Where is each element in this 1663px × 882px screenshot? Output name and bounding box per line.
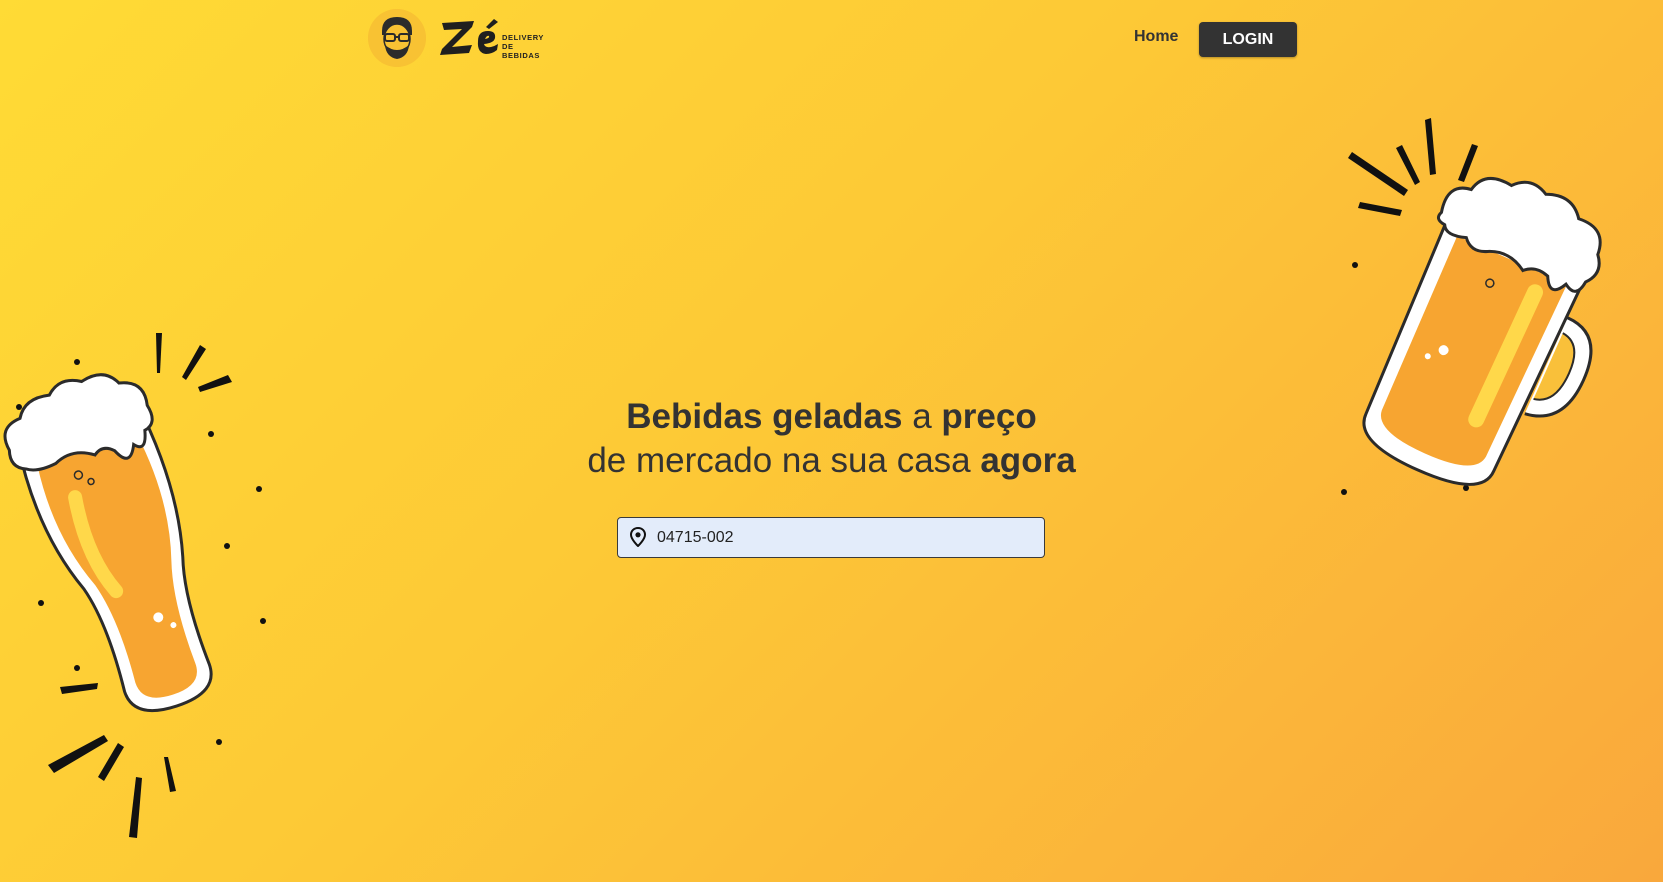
- address-cep-input[interactable]: [657, 518, 1027, 557]
- hero-connector: a: [902, 397, 942, 436]
- hero-headline: Bebidas geladas a preço de mercado na su…: [0, 395, 1663, 483]
- hero-market-text: de mercado na sua casa: [587, 441, 981, 480]
- brand-wordmark: [438, 11, 502, 66]
- hero-bold-cold-drinks: Bebidas geladas: [626, 397, 903, 436]
- site-header: DELIVERY DE BEBIDAS Home LOGIN: [0, 0, 1663, 80]
- hero-line-1: Bebidas geladas a preço: [0, 395, 1663, 439]
- location-pin-icon: [629, 526, 647, 552]
- brand-logo[interactable]: DELIVERY DE BEBIDAS: [368, 9, 543, 67]
- address-search-field[interactable]: [617, 517, 1045, 558]
- hero-line-2: de mercado na sua casa agora: [0, 439, 1663, 483]
- brand-subtitle-line1: DELIVERY: [502, 33, 545, 42]
- mascot-face-icon: [368, 9, 426, 67]
- hero-bold-now: agora: [980, 441, 1076, 480]
- hero-bold-price: preço: [941, 397, 1037, 436]
- nav-home-link[interactable]: Home: [1134, 28, 1178, 46]
- login-button[interactable]: LOGIN: [1199, 22, 1297, 57]
- brand-subtitle: DELIVERY DE BEBIDAS: [502, 33, 544, 60]
- brand-subtitle-line2: DE BEBIDAS: [502, 42, 540, 60]
